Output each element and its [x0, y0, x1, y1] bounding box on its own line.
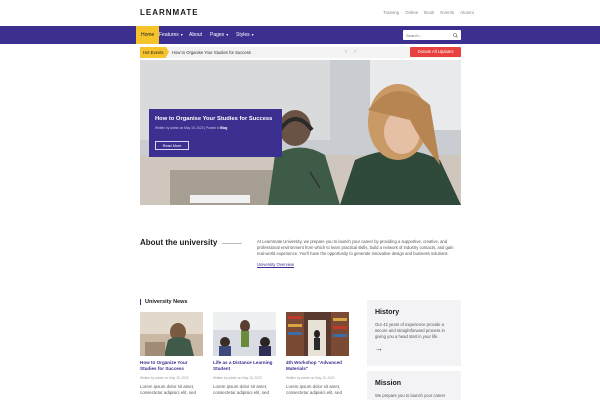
ticker-headline[interactable]: How to Organise Your Studies for Success [172, 47, 251, 58]
nav-item-label: Pages [210, 32, 225, 38]
nav-item-styles[interactable]: Styles ▾ [231, 26, 259, 44]
donate-label: Donate All Updates [417, 49, 454, 54]
about-title: About the university [140, 238, 218, 247]
news-meta: Written by admin on May 15, 2023 [140, 376, 189, 380]
news-meta: Written by admin on May 15, 2023 [213, 376, 262, 380]
news-card: Life as a Distance Learning Student Writ… [213, 312, 276, 397]
nav-item-label: Styles [236, 32, 250, 38]
news-photo [140, 312, 203, 356]
hero-title[interactable]: How to Organise Your Studies for Success [155, 116, 276, 122]
news-meta: Written by admin on May 15, 2023 [286, 376, 335, 380]
university-overview-link[interactable]: University Overview [257, 262, 294, 268]
news-title[interactable]: Life as a Distance Learning Student [213, 360, 276, 372]
news-excerpt: Lorem ipsum dolor sit amet, consectetur … [286, 384, 342, 396]
news-excerpt: Lorem ipsum dolor sit amet, consectetur … [140, 384, 196, 396]
search-input[interactable] [406, 30, 451, 40]
top-link-online[interactable]: Online [405, 10, 418, 15]
chevron-down-icon: ▾ [251, 32, 254, 37]
hero-meta: Written by admin on May 15, 2023 | Poste… [155, 126, 276, 130]
read-more-button[interactable]: Read More [155, 141, 189, 150]
about-divider [222, 243, 242, 244]
news-image[interactable] [140, 312, 203, 356]
arrow-right-icon[interactable]: → [375, 344, 453, 353]
main-nav: Home Features ▾ About Pages ▾ Styles ▾ [0, 26, 600, 44]
news-card: How to Organize Your Studies for Success… [140, 312, 203, 397]
mission-text: We prepare you to launch your career [375, 393, 446, 398]
history-text: Our 42 years of experience provide a sec… [375, 322, 445, 339]
news-title[interactable]: 4th Workshop "Advanced Materials" [286, 360, 349, 372]
site-logo[interactable]: LEARNMATE [140, 8, 199, 17]
news-image[interactable] [213, 312, 276, 356]
mission-title: Mission [375, 380, 402, 387]
top-link-book[interactable]: Book [424, 10, 434, 15]
hero-image: How to Organise Your Studies for Success… [140, 60, 461, 205]
history-box: History Our 42 years of experience provi… [367, 300, 461, 366]
history-title: History [375, 309, 400, 316]
search-box [403, 30, 461, 40]
chevron-down-icon: ▾ [226, 32, 229, 37]
ticker-prev-icon[interactable]: ‹ [345, 48, 347, 57]
nav-item-pages[interactable]: Pages ▾ [205, 26, 233, 44]
hero-card: How to Organise Your Studies for Success… [149, 109, 282, 157]
top-bar: LEARNMATE Training Online Book Events Al… [0, 0, 600, 26]
news-photo [213, 312, 276, 356]
top-links: Training Online Book Events Alumni [383, 10, 474, 15]
hot-events-badge: Hot Events [140, 47, 169, 58]
search-icon[interactable] [453, 32, 458, 38]
nav-item-features[interactable]: Features ▾ [154, 26, 188, 44]
nav-item-label: About [189, 32, 203, 38]
top-link-training[interactable]: Training [383, 10, 399, 15]
hero-meta-text: Written by admin on May 15, 2023 | Poste… [155, 126, 220, 130]
chevron-down-icon: ▾ [180, 32, 183, 37]
news-heading: University News [140, 299, 188, 305]
nav-item-about[interactable]: About [184, 26, 207, 44]
about-text: At Learnmate University, we prepare you … [257, 239, 454, 257]
hero-meta-category[interactable]: Blog [220, 126, 227, 130]
top-link-alumni[interactable]: Alumni [460, 10, 474, 15]
ticker-next-icon[interactable]: › [354, 48, 356, 57]
top-link-events[interactable]: Events [440, 10, 454, 15]
mission-box: Mission We prepare you to launch your ca… [367, 371, 461, 400]
nav-item-label: Home [141, 32, 155, 38]
donate-button[interactable]: Donate All Updates [410, 47, 461, 57]
nav-item-label: Features [159, 32, 179, 38]
news-image[interactable] [286, 312, 349, 356]
news-excerpt: Lorem ipsum dolor sit amet, consectetur … [213, 384, 269, 396]
news-photo [286, 312, 349, 356]
news-card: 4th Workshop "Advanced Materials" Writte… [286, 312, 349, 397]
news-title[interactable]: How to Organize Your Studies for Success [140, 360, 203, 372]
